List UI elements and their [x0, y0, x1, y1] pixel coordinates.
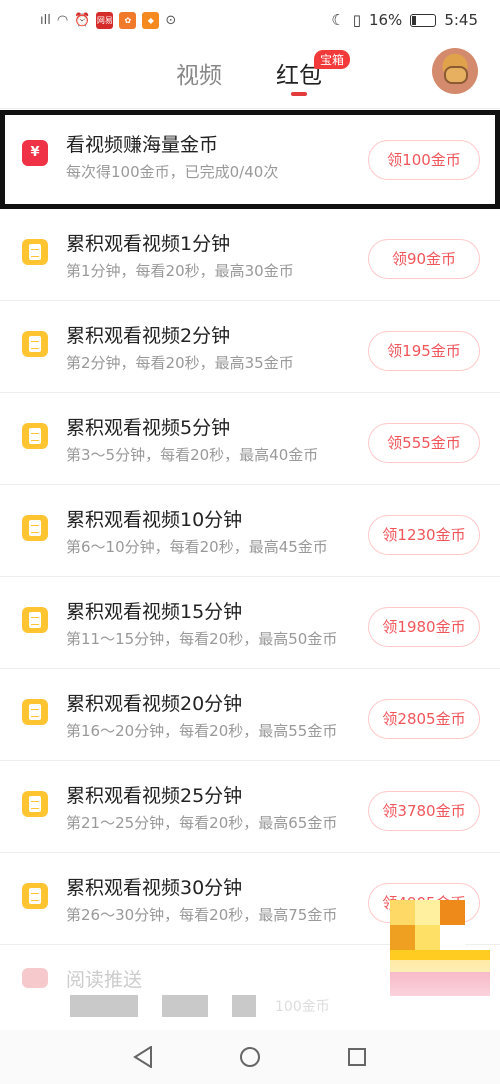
- task-watch-20min: 累积观看视频20分钟 第16～20分钟，每看20秒，最高55金币 领2805金币: [0, 669, 500, 761]
- task-watch-15min: 累积观看视频15分钟 第11～15分钟，每看20秒，最高50金币 领1980金币: [0, 577, 500, 669]
- task-subtitle: 第3～5分钟，每看20秒，最高40金币: [66, 446, 319, 464]
- system-nav-bar: [0, 1030, 500, 1084]
- partial-task-title: 阅读推送: [66, 969, 143, 991]
- task-subtitle: 第11～15分钟，每看20秒，最高50金币: [66, 630, 338, 648]
- signal-icon: ıll: [40, 12, 51, 28]
- task-subtitle: 第2分钟，每看20秒，最高35金币: [66, 354, 294, 372]
- task-watch-2min: 累积观看视频2分钟 第2分钟，每看20秒，最高35金币 领195金币: [0, 301, 500, 393]
- status-bar: ıll ◠ ⏰ 网易 ✿ ◆ ⊙ ☾ ▯ 16% 5:45: [0, 0, 500, 40]
- header-divider: [0, 108, 500, 109]
- tab-video[interactable]: 视频: [176, 56, 222, 90]
- claim-button[interactable]: 领555金币: [368, 423, 480, 463]
- battery-percent: 16%: [368, 11, 403, 29]
- claim-button[interactable]: 领2805金币: [368, 699, 480, 739]
- claim-button[interactable]: 领100金币: [368, 140, 480, 180]
- document-icon: [22, 423, 48, 449]
- battery-icon: [410, 13, 437, 27]
- status-right: ☾ ▯ 16% 5:45: [331, 11, 478, 29]
- document-icon: [22, 331, 48, 357]
- sync-icon: ⊙: [165, 12, 177, 28]
- tab-active-indicator: [291, 92, 307, 96]
- task-title: 累积观看视频1分钟: [66, 233, 231, 255]
- article-icon: [22, 968, 48, 988]
- document-icon: [22, 883, 48, 909]
- claim-button[interactable]: 领90金币: [368, 239, 480, 279]
- task-title: 累积观看视频20分钟: [66, 693, 243, 715]
- censored-block: [162, 995, 208, 1017]
- task-watch-25min: 累积观看视频25分钟 第21～25分钟，每看20秒，最高65金币 领3780金币: [0, 761, 500, 853]
- status-left: ıll ◠ ⏰ 网易 ✿ ◆ ⊙: [40, 11, 177, 29]
- task-title: 累积观看视频2分钟: [66, 325, 231, 347]
- claim-button[interactable]: 领195金币: [368, 331, 480, 371]
- task-title: 累积观看视频10分钟: [66, 509, 243, 531]
- task-watch-5min: 累积观看视频5分钟 第3～5分钟，每看20秒，最高40金币 领555金币: [0, 393, 500, 485]
- wifi-icon: ◠: [56, 12, 69, 28]
- task-watch-10min: 累积观看视频10分钟 第6～10分钟，每看20秒，最高45金币 领1230金币: [0, 485, 500, 577]
- task-title: 看视频赚海量金币: [66, 134, 219, 156]
- task-subtitle: 第1分钟，每看20秒，最高30金币: [66, 262, 294, 280]
- task-watch-1min: 累积观看视频1分钟 第1分钟，每看20秒，最高30金币 领90金币: [0, 209, 500, 301]
- task-watch-video-earn: ¥ 看视频赚海量金币 每次得100金币，已完成0/40次 领100金币: [0, 110, 500, 209]
- document-icon: [22, 607, 48, 633]
- coin-icon: ¥: [22, 140, 48, 166]
- document-icon: [22, 515, 48, 541]
- vibrate-icon: ▯: [352, 11, 361, 29]
- avatar[interactable]: [432, 48, 478, 94]
- censored-block: [70, 995, 138, 1017]
- task-subtitle: 第6～10分钟，每看20秒，最高45金币: [66, 538, 328, 556]
- clock: 5:45: [444, 11, 478, 29]
- task-list: ¥ 看视频赚海量金币 每次得100金币，已完成0/40次 领100金币 累积观看…: [0, 110, 500, 945]
- task-title: 累积观看视频15分钟: [66, 601, 243, 623]
- alarm-icon: ⏰: [74, 12, 91, 28]
- app-notification-icon: ◆: [142, 11, 160, 29]
- task-title: 累积观看视频5分钟: [66, 417, 231, 439]
- claim-button[interactable]: 领1980金币: [368, 607, 480, 647]
- netease-app-icon: 网易: [96, 11, 114, 29]
- document-icon: [22, 791, 48, 817]
- moon-icon: ☾: [331, 11, 345, 29]
- task-title: 累积观看视频25分钟: [66, 785, 243, 807]
- task-subtitle: 第26～30分钟，每看20秒，最高75金币: [66, 906, 338, 924]
- task-subtitle: 每次得100金币，已完成0/40次: [66, 163, 279, 181]
- censored-block: [232, 995, 256, 1017]
- document-icon: [22, 239, 48, 265]
- app-notification-icon: ✿: [119, 11, 137, 29]
- back-icon[interactable]: [131, 1045, 155, 1069]
- task-subtitle: 第16～20分钟，每看20秒，最高55金币: [66, 722, 338, 740]
- claim-button[interactable]: 领3780金币: [368, 791, 480, 831]
- claim-button[interactable]: 领1230金币: [368, 515, 480, 555]
- document-icon: [22, 699, 48, 725]
- task-title: 累积观看视频30分钟: [66, 877, 243, 899]
- partial-coin-label: 100金币: [275, 999, 330, 1015]
- home-icon[interactable]: [238, 1045, 262, 1069]
- recents-icon[interactable]: [345, 1045, 369, 1069]
- treasure-box-badge[interactable]: 宝箱: [314, 50, 351, 69]
- task-subtitle: 第21～25分钟，每看20秒，最高65金币: [66, 814, 338, 832]
